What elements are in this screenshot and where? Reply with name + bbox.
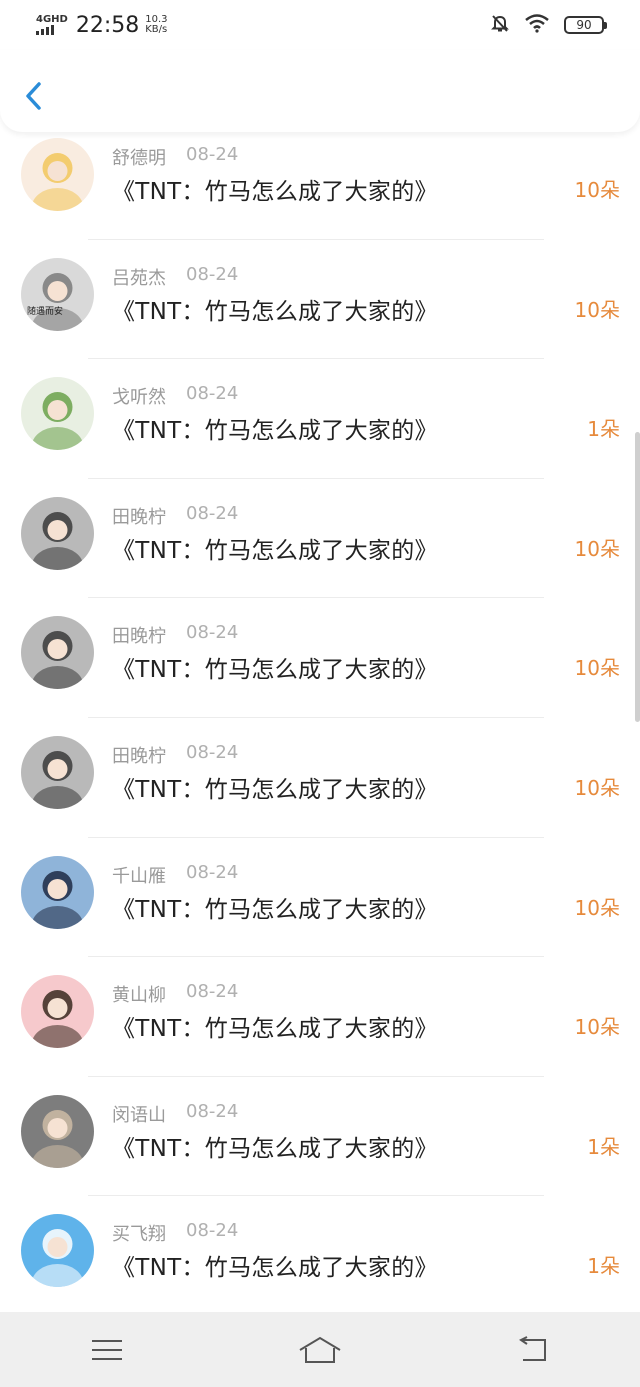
battery-icon: 90: [564, 16, 607, 34]
sender-meta: 舒德明 08-24: [112, 144, 238, 170]
avatar[interactable]: [21, 735, 94, 809]
gift-date: 08-24: [186, 622, 239, 644]
network-type: 4GHD: [36, 14, 68, 25]
sender-name: 吕苑杰: [112, 267, 166, 289]
list-item[interactable]: 田晚柠 08-24 《TNT：竹马怎么成了大家的》 10朵: [0, 718, 640, 838]
gift-date: 08-24: [186, 1100, 239, 1122]
gift-date: 08-24: [186, 263, 239, 285]
mute-bell-icon: [490, 13, 510, 37]
avatar[interactable]: [21, 1214, 94, 1288]
book-title: 《TNT：竹马怎么成了大家的》: [112, 537, 438, 564]
list-item[interactable]: 千山雁 08-24 《TNT：竹马怎么成了大家的》 10朵: [0, 838, 640, 958]
list-item[interactable]: 闵语山 08-24 《TNT：竹马怎么成了大家的》 1朵: [0, 1077, 640, 1197]
back-button[interactable]: [20, 76, 50, 116]
gift-date: 08-24: [186, 383, 239, 405]
signal-indicator: 4GHD: [36, 15, 68, 35]
flower-count: 1朵: [587, 417, 620, 442]
sender-name: 买飞翔: [112, 1224, 166, 1246]
list-item[interactable]: 随遇而安 吕苑杰 08-24 《TNT：竹马怎么成了大家的》 10朵: [0, 240, 640, 360]
book-title: 《TNT：竹马怎么成了大家的》: [112, 298, 438, 325]
sender-meta: 买飞翔 08-24: [112, 1220, 238, 1246]
list-item[interactable]: 田晚柠 08-24 《TNT：竹马怎么成了大家的》 10朵: [0, 479, 640, 599]
gift-date: 08-24: [186, 861, 239, 883]
avatar[interactable]: [21, 138, 94, 211]
book-title: 《TNT：竹马怎么成了大家的》: [112, 179, 438, 205]
status-icons: 90: [490, 13, 607, 37]
book-title: 《TNT：竹马怎么成了大家的》: [112, 896, 438, 923]
network-speed-unit: KB/s: [145, 24, 168, 35]
book-title: 《TNT：竹马怎么成了大家的》: [112, 1135, 438, 1162]
flower-count: 10朵: [574, 775, 620, 800]
avatar[interactable]: [21, 496, 94, 570]
back-icon: [519, 1335, 547, 1361]
avatar[interactable]: [21, 975, 94, 1049]
sender-meta: 闵语山 08-24: [112, 1101, 238, 1127]
list-item[interactable]: 舒德明 08-24 《TNT：竹马怎么成了大家的》 10朵: [0, 132, 640, 240]
book-title: 《TNT：竹马怎么成了大家的》: [112, 776, 438, 803]
gift-date: 08-24: [186, 1220, 239, 1242]
flower-count: 10朵: [574, 178, 620, 202]
sender-meta: 田晚柠 08-24: [112, 622, 238, 648]
sender-meta: 田晚柠 08-24: [112, 503, 238, 529]
sender-name: 舒德明: [112, 148, 166, 169]
gift-record-list-inner: 舒德明 08-24 《TNT：竹马怎么成了大家的》 10朵 随遇而安 吕苑杰 08-24 《T…: [0, 132, 640, 1312]
avatar[interactable]: [21, 616, 94, 690]
avatar[interactable]: 随遇而安: [21, 257, 94, 331]
list-item[interactable]: 黄山柳 08-24 《TNT：竹马怎么成了大家的》 10朵: [0, 957, 640, 1077]
menu-icon: [91, 1339, 122, 1360]
flower-count: 10朵: [574, 297, 620, 322]
sender-meta: 黄山柳 08-24: [112, 981, 238, 1007]
book-title: 《TNT：竹马怎么成了大家的》: [112, 1016, 438, 1043]
back-nav-button[interactable]: [503, 1328, 563, 1372]
network-speed: 10.3 KB/s: [145, 15, 167, 35]
flower-count: 1朵: [587, 1254, 620, 1279]
sender-name: 戈听然: [112, 387, 166, 409]
gift-record-list[interactable]: 舒德明 08-24 《TNT：竹马怎么成了大家的》 10朵 随遇而安 吕苑杰 08-24 《T…: [0, 132, 640, 1312]
avatar[interactable]: [21, 377, 94, 451]
flower-count: 10朵: [574, 895, 620, 920]
book-title: 《TNT：竹马怎么成了大家的》: [112, 1255, 438, 1282]
top-bar: [0, 50, 640, 132]
sender-name: 田晚柠: [112, 626, 166, 648]
sender-name: 田晚柠: [112, 506, 166, 528]
home-button[interactable]: [290, 1328, 350, 1372]
list-item[interactable]: 戈听然 08-24 《TNT：竹马怎么成了大家的》 1朵: [0, 359, 640, 479]
status-bar: 4GHD 22:58 10.3 KB/s 90: [0, 0, 640, 50]
sender-name: 黄山柳: [112, 985, 166, 1007]
sender-meta: 戈听然 08-24: [112, 383, 238, 409]
system-nav-bar: [0, 1312, 640, 1387]
wifi-icon: [524, 13, 550, 37]
signal-bars-icon: [36, 25, 54, 35]
screen: 4GHD 22:58 10.3 KB/s 90 舒德明 08-24 《TNT：竹…: [0, 0, 640, 1387]
clock: 22:58: [75, 12, 140, 38]
sender-name: 闵语山: [112, 1104, 166, 1126]
sender-meta: 吕苑杰 08-24: [112, 264, 238, 290]
sender-meta: 田晚柠 08-24: [112, 742, 238, 768]
battery-level: 90: [576, 18, 592, 32]
book-title: 《TNT：竹马怎么成了大家的》: [112, 418, 438, 445]
gift-date: 08-24: [186, 502, 239, 524]
sender-name: 千山雁: [112, 865, 166, 887]
avatar-caption: 随遇而安: [27, 306, 64, 317]
book-title: 《TNT：竹马怎么成了大家的》: [112, 657, 438, 684]
flower-count: 10朵: [574, 536, 620, 561]
chevron-left-icon: [26, 82, 41, 110]
avatar[interactable]: [21, 855, 94, 929]
scrollbar[interactable]: [635, 432, 640, 722]
flower-count: 10朵: [574, 1015, 620, 1040]
menu-button[interactable]: [77, 1328, 137, 1372]
list-item[interactable]: 买飞翔 08-24 《TNT：竹马怎么成了大家的》 1朵: [0, 1196, 640, 1312]
gift-date: 08-24: [186, 981, 239, 1003]
home-icon: [299, 1336, 341, 1363]
gift-date: 08-24: [186, 144, 239, 165]
list-item[interactable]: 田晚柠 08-24 《TNT：竹马怎么成了大家的》 10朵: [0, 598, 640, 718]
sender-name: 田晚柠: [112, 745, 166, 767]
flower-count: 10朵: [574, 656, 620, 681]
sender-meta: 千山雁 08-24: [112, 862, 238, 888]
avatar[interactable]: [21, 1094, 94, 1168]
flower-count: 1朵: [587, 1134, 620, 1159]
gift-date: 08-24: [186, 741, 239, 763]
